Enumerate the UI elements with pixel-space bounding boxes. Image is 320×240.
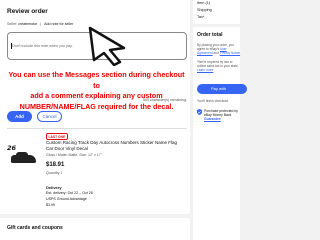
delivery-estimate: Est. delivery: Oct 22 – Oct 26 (46, 191, 93, 195)
shield-icon (197, 109, 202, 115)
item-title[interactable]: Custom Racing Track Day Autocross Number… (46, 140, 181, 152)
pay-with-button[interactable]: Pay with (197, 84, 247, 94)
privacy-notice-link[interactable]: Privacy Notice (220, 51, 240, 55)
thumbnail-number: 26 (7, 144, 17, 152)
cancel-note-button[interactable]: Cancel (37, 111, 62, 122)
mouse-pointer-icon (88, 26, 126, 66)
page-title: Review order (7, 8, 48, 15)
delivery-heading: Delivery (46, 185, 62, 190)
item-price: $18.91 (46, 162, 65, 168)
order-total-card: Order total By placing your order, you a… (193, 27, 247, 240)
overlay-line-3: NUMBER/NAME/FLAG required for the decal. (19, 101, 174, 111)
divider (7, 128, 187, 129)
shipping-label: Shipping (197, 8, 212, 12)
instruction-overlay: You can use the Messages section during … (5, 70, 188, 112)
tax-label: Tax* (197, 15, 205, 19)
characters-remaining: 500 character(s) remaining. (143, 98, 187, 102)
item-variant: Gloss / Matte: Matte, Size: 12" x 17" (46, 153, 102, 157)
seller-row: Seller: createmotor | Add note for selle… (7, 22, 74, 26)
last-one-badge: LAST ONE (46, 133, 68, 140)
guarantee-link[interactable]: Guarantee (204, 117, 221, 121)
order-total-label: Order total (197, 32, 223, 38)
car-silhouette-icon (11, 152, 36, 163)
item-quantity[interactable]: Quantity 1 (46, 171, 62, 175)
add-note-button[interactable]: Add (7, 111, 32, 122)
finish-checkout-text: You'll finish checkout (197, 99, 229, 103)
add-note-link[interactable]: Add note for seller (44, 22, 73, 26)
overlay-line-1: You can use the Messages section during … (8, 70, 185, 90)
note-placeholder: Don't include this note when you pay. (12, 44, 73, 48)
item-count-label: Item (1) (197, 1, 211, 5)
gift-cards-section[interactable]: Gift cards and coupons (0, 218, 190, 240)
shipping-cost: $3.99 (46, 203, 55, 207)
gift-cards-heading: Gift cards and coupons (7, 225, 63, 231)
learn-more-link[interactable]: Learn more (197, 68, 213, 72)
seller-name-link[interactable]: createmotor (18, 22, 37, 26)
price-breakdown: Item (1) Shipping Tax* (193, 0, 240, 24)
item-thumbnail[interactable]: 26 (7, 140, 37, 170)
seller-label: Seller: (7, 22, 18, 26)
legal-text: By placing your order, you agree to eBay… (197, 43, 241, 73)
shipping-method: USPS Ground Advantage (46, 197, 87, 201)
